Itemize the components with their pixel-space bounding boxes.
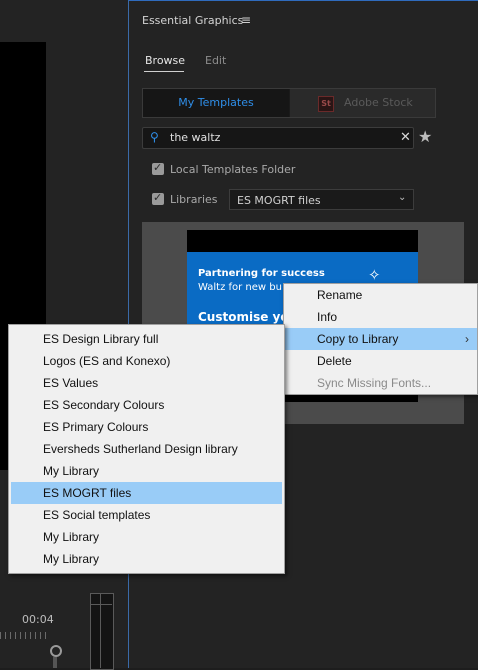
libraries-label: Libraries	[170, 193, 218, 206]
my-templates-button[interactable]: My Templates	[143, 89, 289, 117]
chevron-down-icon: ⌄	[398, 192, 407, 203]
search-icon: ⚲	[150, 130, 159, 144]
local-templates-label: Local Templates Folder	[170, 163, 296, 176]
library-item-selected[interactable]: ES MOGRT files	[11, 482, 282, 504]
menu-item-delete[interactable]: Delete	[284, 350, 477, 372]
submenu-arrow-icon: ›	[465, 332, 469, 346]
zoom-scroll-handle[interactable]	[50, 645, 62, 657]
tab-active-underline	[144, 71, 184, 72]
panel-menu-icon[interactable]: ≡	[241, 13, 251, 27]
library-item[interactable]: ES Primary Colours	[11, 416, 282, 438]
library-item[interactable]: ES Social templates	[11, 504, 282, 526]
library-submenu: ES Design Library full Logos (ES and Kon…	[8, 324, 285, 574]
audio-meter-peak	[90, 598, 112, 605]
panel-title: Essential Graphics	[142, 14, 244, 27]
adobe-stock-label: Adobe Stock	[344, 96, 413, 109]
thumbnail-logo-icon: ✧	[368, 266, 381, 284]
library-item[interactable]: ES Values	[11, 372, 282, 394]
library-item[interactable]: ES Design Library full	[11, 328, 282, 350]
tab-browse[interactable]: Browse	[145, 54, 185, 67]
clear-search-icon[interactable]: ✕	[400, 130, 411, 145]
library-item[interactable]: My Library	[11, 548, 282, 570]
library-item[interactable]: My Library	[11, 460, 282, 482]
search-input[interactable]	[170, 131, 390, 144]
menu-item-label: Copy to Library	[317, 332, 399, 346]
menu-item-info[interactable]: Info	[284, 306, 477, 328]
template-context-menu: Rename Info Copy to Library › Delete Syn…	[283, 283, 478, 395]
libraries-checkbox[interactable]	[152, 191, 164, 205]
local-templates-checkbox[interactable]	[152, 161, 164, 175]
library-item[interactable]: My Library	[11, 526, 282, 548]
library-item[interactable]: ES Secondary Colours	[11, 394, 282, 416]
library-dropdown-value: ES MOGRT files	[237, 194, 321, 207]
menu-item-copy-to-library[interactable]: Copy to Library ›	[284, 328, 477, 350]
timecode-label: 00:04	[22, 613, 54, 626]
thumbnail-text-1: Partnering for success	[198, 268, 325, 279]
zoom-scroll-track	[53, 657, 57, 668]
library-item[interactable]: Logos (ES and Konexo)	[11, 350, 282, 372]
tab-edit[interactable]: Edit	[205, 54, 226, 67]
adobe-stock-icon: St	[318, 96, 334, 112]
menu-item-rename[interactable]: Rename	[284, 284, 477, 306]
favorites-star-icon[interactable]: ★	[418, 127, 432, 146]
library-item[interactable]: Eversheds Sutherland Design library	[11, 438, 282, 460]
menu-item-sync-missing-fonts: Sync Missing Fonts...	[317, 376, 432, 390]
timeline-ruler[interactable]	[0, 632, 46, 639]
thumbnail-text-2: Waltz for new bu	[198, 282, 282, 293]
